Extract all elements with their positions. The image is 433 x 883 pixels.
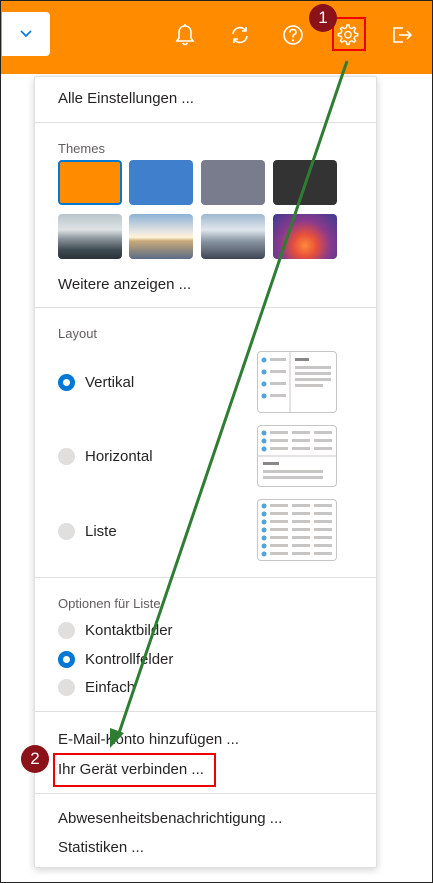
step-badge-1: 1 [309, 4, 337, 32]
layout-title: Layout [58, 326, 98, 341]
sync-icon [232, 26, 248, 44]
contact-pictures-radio[interactable] [58, 622, 75, 639]
theme-city-skyline[interactable] [201, 214, 265, 259]
chevron-down-icon [20, 30, 32, 38]
theme-misty-mountains[interactable] [58, 214, 122, 259]
layout-list-radio[interactable] [58, 523, 75, 540]
add-email-account-link[interactable]: E-Mail-Konto hinzufügen ... [58, 731, 239, 748]
theme-beach-sunset[interactable] [129, 214, 193, 259]
step-badge-2: 2 [21, 745, 49, 773]
divider [35, 122, 376, 123]
notifications-button[interactable] [168, 18, 202, 52]
sign-out-icon [393, 27, 413, 43]
simple-radio[interactable] [58, 679, 75, 696]
divider [35, 307, 376, 308]
divider [35, 577, 376, 578]
checkboxes-label[interactable]: Kontrollfelder [85, 651, 173, 668]
sync-button[interactable] [223, 18, 257, 52]
top-bar [0, 0, 433, 74]
simple-label[interactable]: Einfach [85, 679, 135, 696]
layout-vertical-preview [257, 351, 337, 413]
layout-vertical-radio[interactable] [58, 374, 75, 391]
theme-black[interactable] [273, 160, 337, 205]
layout-list-label[interactable]: Liste [85, 523, 117, 540]
themes-title: Themes [58, 141, 105, 156]
folder-dropdown[interactable] [2, 12, 50, 56]
theme-purple-glow[interactable] [273, 214, 337, 259]
layout-horizontal-radio[interactable] [58, 448, 75, 465]
divider [35, 711, 376, 712]
layout-vertical-label[interactable]: Vertikal [85, 374, 134, 391]
settings-highlight-box [332, 17, 366, 51]
layout-horizontal-label[interactable]: Horizontal [85, 448, 153, 465]
help-button[interactable] [276, 18, 310, 52]
theme-blue[interactable] [129, 160, 193, 205]
statistics-link[interactable]: Statistiken ... [58, 839, 144, 856]
layout-list-preview [257, 499, 337, 561]
theme-orange[interactable] [58, 160, 122, 205]
divider [35, 793, 376, 794]
theme-gray[interactable] [201, 160, 265, 205]
connect-device-highlight-box [53, 753, 216, 787]
layout-horizontal-preview [257, 425, 337, 487]
checkboxes-radio[interactable] [58, 651, 75, 668]
out-of-office-link[interactable]: Abwesenheitsbenachrichtigung ... [58, 810, 282, 827]
contact-pictures-label[interactable]: Kontaktbilder [85, 622, 173, 639]
settings-panel: Alle Einstellungen ... Themes Weitere an… [34, 76, 377, 868]
sign-out-button[interactable] [385, 18, 419, 52]
bell-icon [175, 24, 195, 46]
more-themes-link[interactable]: Weitere anzeigen ... [58, 276, 191, 293]
help-icon [283, 25, 303, 45]
list-options-title: Optionen für Liste [58, 596, 161, 611]
all-settings-link[interactable]: Alle Einstellungen ... [58, 90, 194, 107]
